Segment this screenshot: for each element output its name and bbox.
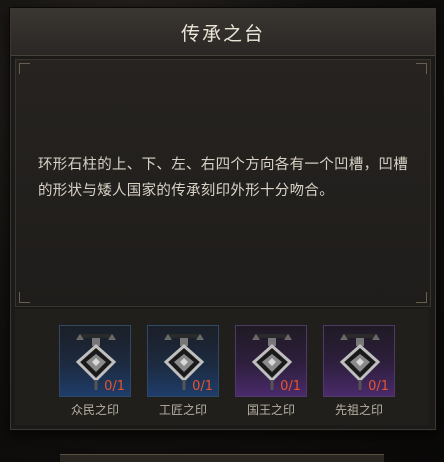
seal-slot-artisan[interactable]: 0/1 工匠之印	[147, 325, 219, 418]
frame-corner-ornament	[19, 292, 30, 303]
seal-item-box[interactable]: 0/1	[323, 325, 395, 397]
inheritance-altar-panel: 传承之台 环形石柱的上、下、左、右四个方向各有一个凹槽，凹槽的形状与矮人国家的传…	[10, 8, 436, 430]
seal-slot-ancestor[interactable]: 0/1 先祖之印	[323, 325, 395, 418]
frame-corner-ornament	[416, 63, 427, 74]
bottom-frame-edge	[60, 454, 384, 462]
seal-slot-king[interactable]: 0/1 国王之印	[235, 325, 307, 418]
panel-title-bar: 传承之台	[11, 9, 435, 56]
seal-item-box[interactable]: 0/1	[235, 325, 307, 397]
seal-name: 国王之印	[246, 403, 295, 417]
panel-title: 传承之台	[180, 22, 265, 45]
seal-count: 0/1	[280, 379, 301, 394]
seal-count: 0/1	[104, 379, 125, 394]
seal-count: 0/1	[192, 379, 213, 394]
description-frame: 环形石柱的上、下、左、右四个方向各有一个凹槽，凹槽的形状与矮人国家的传承刻印外形…	[15, 59, 431, 307]
seal-slot-people[interactable]: 0/1 众民之印	[59, 325, 131, 418]
seal-name: 先祖之印	[334, 403, 383, 417]
frame-corner-ornament	[416, 292, 427, 303]
seal-item-box[interactable]: 0/1	[147, 325, 219, 397]
seal-name: 工匠之印	[158, 403, 207, 417]
seal-count: 0/1	[368, 379, 389, 394]
seal-name: 众民之印	[70, 403, 119, 417]
frame-corner-ornament	[19, 63, 30, 74]
seal-slots: 0/1 众民之印 0/1 工匠之印 0/1 国王之印 0/1 先祖之印	[15, 309, 429, 425]
game-scene: 传承之台 环形石柱的上、下、左、右四个方向各有一个凹槽，凹槽的形状与矮人国家的传…	[0, 0, 444, 462]
seal-item-box[interactable]: 0/1	[59, 325, 131, 397]
description-text: 环形石柱的上、下、左、右四个方向各有一个凹槽，凹槽的形状与矮人国家的传承刻印外形…	[38, 157, 408, 199]
